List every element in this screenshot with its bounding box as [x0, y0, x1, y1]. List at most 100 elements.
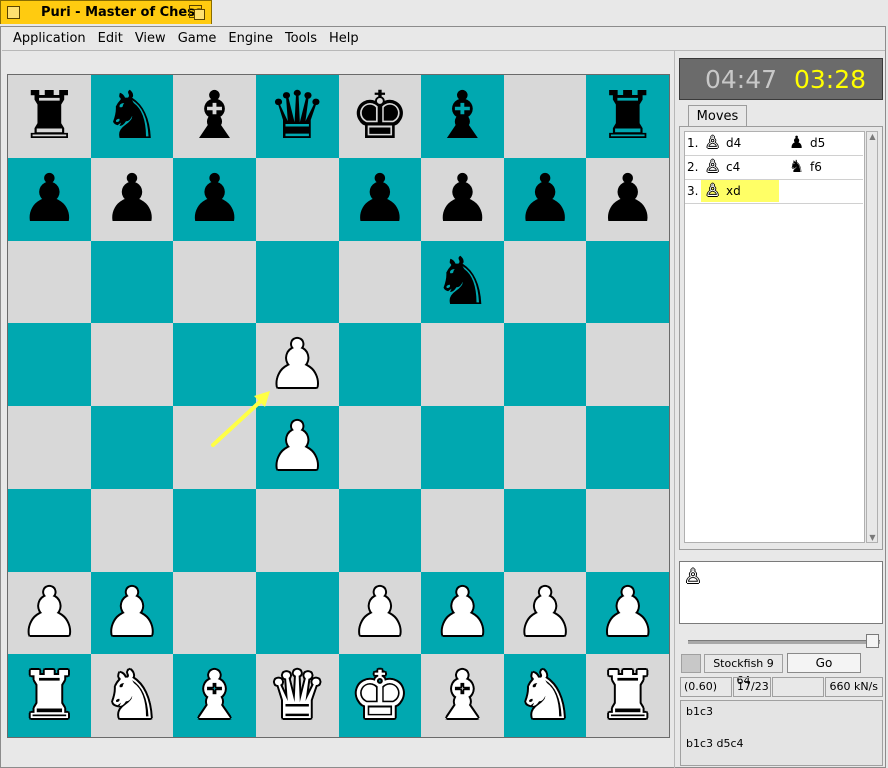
move-row[interactable]: 3. ♙ xd — [685, 180, 863, 204]
square-h2[interactable]: ♟ — [586, 571, 669, 655]
square-f6[interactable]: ♞ — [421, 240, 504, 324]
engine-toggle[interactable] — [681, 654, 701, 673]
square-f4[interactable] — [421, 406, 504, 489]
square-a4[interactable] — [8, 406, 91, 489]
go-button[interactable]: Go — [787, 653, 861, 673]
white-move[interactable]: ♙ xd — [701, 180, 779, 202]
white-pawn-icon[interactable]: ♟ — [20, 579, 79, 646]
square-a8[interactable]: ♜ — [8, 75, 91, 158]
move-list[interactable]: 1. ♙ d4 ♟ d5 2. ♙ c4 ♞ f6 3. ♙ xd — [684, 131, 865, 543]
square-d8[interactable]: ♛ — [255, 75, 339, 158]
square-b5[interactable] — [90, 323, 174, 406]
square-g7[interactable]: ♟ — [503, 157, 587, 241]
square-g1[interactable]: ♞ — [503, 654, 587, 737]
square-f8[interactable]: ♝ — [421, 75, 504, 158]
white-rook-icon[interactable]: ♜ — [20, 662, 79, 729]
square-c4[interactable] — [173, 406, 256, 489]
white-knight-icon[interactable]: ♞ — [515, 662, 574, 729]
black-king-icon[interactable]: ♚ — [350, 83, 409, 149]
white-pawn-icon[interactable]: ♟ — [268, 331, 327, 398]
square-h8[interactable]: ♜ — [586, 75, 669, 158]
black-queen-icon[interactable]: ♛ — [268, 83, 327, 149]
square-h5[interactable] — [586, 323, 669, 406]
square-a2[interactable]: ♟ — [8, 571, 91, 655]
menu-edit[interactable]: Edit — [92, 28, 129, 50]
black-knight-icon[interactable]: ♞ — [102, 83, 161, 149]
white-rook-icon[interactable]: ♜ — [598, 662, 657, 729]
black-bishop-icon[interactable]: ♝ — [185, 83, 244, 149]
white-pawn-icon[interactable]: ♟ — [268, 414, 327, 480]
white-bishop-icon[interactable]: ♝ — [433, 662, 492, 729]
menu-game[interactable]: Game — [172, 28, 223, 50]
square-c8[interactable]: ♝ — [173, 75, 256, 158]
square-b2[interactable]: ♟ — [90, 571, 174, 655]
white-move[interactable]: ♙ d4 — [701, 132, 779, 154]
black-move[interactable] — [785, 180, 863, 202]
engine-slider-track[interactable] — [688, 640, 880, 644]
black-pawn-icon[interactable]: ♟ — [433, 166, 492, 232]
black-knight-icon[interactable]: ♞ — [433, 248, 492, 315]
square-a6[interactable] — [8, 240, 91, 324]
square-a1[interactable]: ♜ — [8, 654, 91, 737]
square-h1[interactable]: ♜ — [586, 654, 669, 737]
moves-scrollbar[interactable]: ▲ ▼ — [866, 131, 878, 543]
black-rook-icon[interactable]: ♜ — [20, 83, 79, 149]
square-f2[interactable]: ♟ — [421, 571, 504, 655]
black-rook-icon[interactable]: ♜ — [598, 83, 657, 149]
white-pawn-icon[interactable]: ♟ — [433, 579, 492, 646]
square-f3[interactable] — [421, 488, 504, 572]
square-f5[interactable] — [421, 323, 504, 406]
white-knight-icon[interactable]: ♞ — [102, 662, 161, 729]
menu-engine[interactable]: Engine — [222, 28, 279, 50]
white-queen-icon[interactable]: ♛ — [268, 662, 327, 729]
square-c5[interactable] — [173, 323, 256, 406]
square-f1[interactable]: ♝ — [421, 654, 504, 737]
tab-moves[interactable]: Moves — [688, 105, 747, 127]
square-h6[interactable] — [586, 240, 669, 324]
white-pawn-icon[interactable]: ♟ — [350, 579, 409, 646]
engine-slider-knob[interactable] — [866, 634, 879, 648]
square-c3[interactable] — [173, 488, 256, 572]
white-bishop-icon[interactable]: ♝ — [185, 662, 244, 729]
window-tab[interactable]: Puri - Master of Chess — [0, 0, 212, 24]
square-g5[interactable] — [503, 323, 587, 406]
black-move[interactable]: ♟ d5 — [785, 132, 863, 154]
square-b1[interactable]: ♞ — [90, 654, 174, 737]
black-pawn-icon[interactable]: ♟ — [20, 166, 79, 232]
square-e3[interactable] — [338, 488, 422, 572]
square-b7[interactable]: ♟ — [90, 157, 174, 241]
zoom-button[interactable] — [189, 5, 205, 20]
square-c7[interactable]: ♟ — [173, 157, 256, 241]
black-pawn-icon[interactable]: ♟ — [598, 166, 657, 232]
square-c1[interactable]: ♝ — [173, 654, 256, 737]
square-e6[interactable] — [338, 240, 422, 324]
square-e8[interactable]: ♚ — [338, 75, 422, 158]
black-pawn-icon[interactable]: ♟ — [185, 166, 244, 232]
square-d5[interactable]: ♟ — [255, 323, 339, 406]
menu-tools[interactable]: Tools — [279, 28, 323, 50]
white-pawn-icon[interactable]: ♟ — [515, 579, 574, 646]
square-a3[interactable] — [8, 488, 91, 572]
square-g6[interactable] — [503, 240, 587, 324]
square-c2[interactable] — [173, 571, 256, 655]
square-h7[interactable]: ♟ — [586, 157, 669, 241]
black-bishop-icon[interactable]: ♝ — [433, 83, 492, 149]
square-a5[interactable] — [8, 323, 91, 406]
square-b4[interactable] — [90, 406, 174, 489]
close-button[interactable] — [7, 6, 20, 19]
square-g8[interactable] — [503, 75, 587, 158]
panel-divider[interactable] — [674, 50, 675, 768]
move-row[interactable]: 1. ♙ d4 ♟ d5 — [685, 132, 863, 156]
white-pawn-icon[interactable]: ♟ — [598, 579, 657, 646]
square-e7[interactable]: ♟ — [338, 157, 422, 241]
black-pawn-icon[interactable]: ♟ — [350, 166, 409, 232]
white-king-icon[interactable]: ♚ — [350, 662, 409, 729]
square-h4[interactable] — [586, 406, 669, 489]
black-move[interactable]: ♞ f6 — [785, 156, 863, 178]
black-pawn-icon[interactable]: ♟ — [102, 166, 161, 232]
square-d2[interactable] — [255, 571, 339, 655]
menu-application[interactable]: Application — [2, 28, 92, 50]
menu-help[interactable]: Help — [323, 28, 365, 50]
square-h3[interactable] — [586, 488, 669, 572]
square-e5[interactable] — [338, 323, 422, 406]
